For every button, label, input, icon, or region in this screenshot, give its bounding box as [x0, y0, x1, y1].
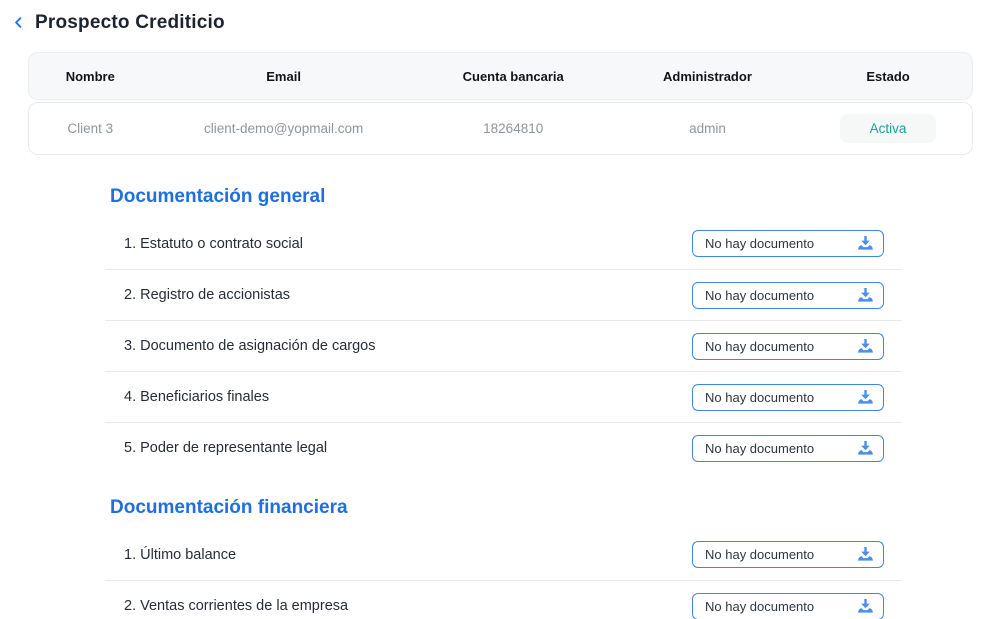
no-document-button[interactable]: No hay documento: [692, 541, 884, 568]
doc-button-label: No hay documento: [705, 288, 814, 303]
doc-row: 1. Último balance No hay documento: [105, 529, 902, 580]
doc-button-label: No hay documento: [705, 236, 814, 251]
cell-administrador: admin: [611, 121, 804, 136]
doc-button-label: No hay documento: [705, 599, 814, 614]
column-header-cuenta-bancaria: Cuenta bancaria: [416, 69, 611, 84]
column-header-estado: Estado: [804, 69, 972, 84]
doc-label: 4. Beneficiarios finales: [124, 389, 269, 405]
column-header-email: Email: [152, 69, 416, 84]
doc-label: 1. Último balance: [124, 547, 236, 563]
doc-list-general: 1. Estatuto o contrato social No hay doc…: [105, 218, 902, 473]
doc-label: 5. Poder de representante legal: [124, 440, 327, 456]
cell-cuenta-bancaria: 18264810: [416, 121, 611, 136]
download-icon[interactable]: [857, 390, 874, 405]
doc-row: 1. Estatuto o contrato social No hay doc…: [105, 218, 902, 269]
cell-estado: Activa: [804, 114, 972, 143]
cell-nombre: Client 3: [29, 121, 152, 136]
download-icon[interactable]: [857, 599, 874, 614]
download-icon[interactable]: [857, 288, 874, 303]
no-document-button[interactable]: No hay documento: [692, 230, 884, 257]
client-table: Nombre Email Cuenta bancaria Administrad…: [28, 52, 973, 155]
no-document-button[interactable]: No hay documento: [692, 593, 884, 619]
doc-row: 4. Beneficiarios finales No hay document…: [105, 371, 902, 422]
doc-list-financiera: 1. Último balance No hay documento 2. Ve…: [105, 529, 902, 619]
doc-label: 1. Estatuto o contrato social: [124, 236, 303, 252]
no-document-button[interactable]: No hay documento: [692, 333, 884, 360]
cell-email: client-demo@yopmail.com: [152, 121, 416, 136]
doc-row: 2. Registro de accionistas No hay docume…: [105, 269, 902, 320]
page-header: Prospecto Crediticio: [0, 0, 987, 34]
section-title-general: Documentación general: [105, 186, 902, 208]
doc-button-label: No hay documento: [705, 547, 814, 562]
section-title-financiera: Documentación financiera: [105, 497, 902, 519]
doc-button-label: No hay documento: [705, 441, 814, 456]
doc-row: 5. Poder de representante legal No hay d…: [105, 422, 902, 473]
no-document-button[interactable]: No hay documento: [692, 435, 884, 462]
doc-label: 2. Ventas corrientes de la empresa: [124, 598, 348, 614]
doc-row: 3. Documento de asignación de cargos No …: [105, 320, 902, 371]
download-icon[interactable]: [857, 547, 874, 562]
client-table-row[interactable]: Client 3 client-demo@yopmail.com 1826481…: [28, 102, 973, 155]
no-document-button[interactable]: No hay documento: [692, 384, 884, 411]
column-header-administrador: Administrador: [611, 69, 804, 84]
documentation-content: Documentación general 1. Estatuto o cont…: [105, 186, 902, 619]
download-icon[interactable]: [857, 236, 874, 251]
download-icon[interactable]: [857, 441, 874, 456]
download-icon[interactable]: [857, 339, 874, 354]
column-header-nombre: Nombre: [29, 69, 152, 84]
no-document-button[interactable]: No hay documento: [692, 282, 884, 309]
back-chevron-icon[interactable]: [10, 15, 26, 31]
doc-button-label: No hay documento: [705, 339, 814, 354]
status-badge: Activa: [840, 114, 937, 143]
doc-button-label: No hay documento: [705, 390, 814, 405]
page-title: Prospecto Crediticio: [35, 12, 225, 34]
doc-row: 2. Ventas corrientes de la empresa No ha…: [105, 580, 902, 619]
client-table-header: Nombre Email Cuenta bancaria Administrad…: [28, 52, 973, 100]
doc-label: 3. Documento de asignación de cargos: [124, 338, 376, 354]
doc-label: 2. Registro de accionistas: [124, 287, 290, 303]
